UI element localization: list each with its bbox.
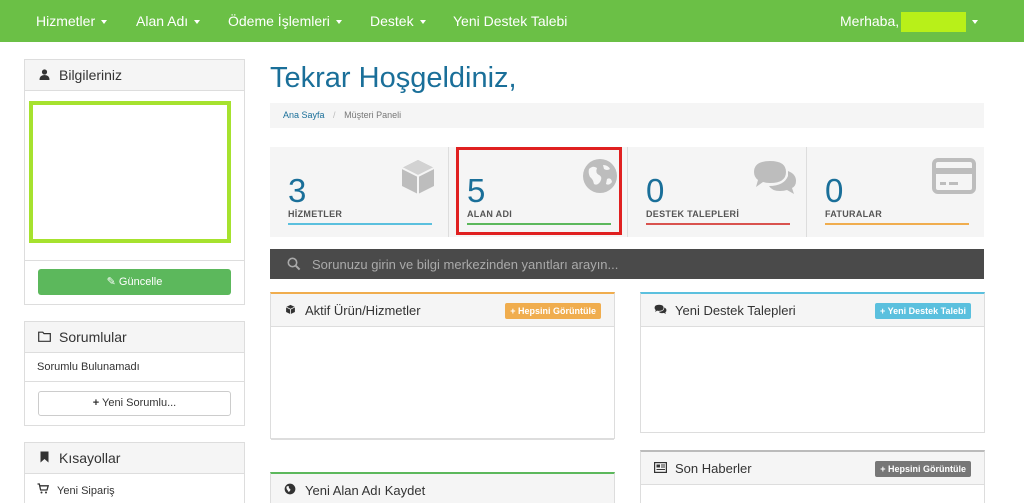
cube-icon bbox=[401, 160, 435, 194]
nav-domains[interactable]: Alan Adı bbox=[136, 0, 201, 42]
breadcrumb: Ana Sayfa / Müşteri Paneli bbox=[270, 103, 984, 128]
stat-invoices-count: 0 bbox=[825, 172, 844, 209]
recent-tickets-header: Yeni Destek Talepleri + Yeni Destek Tale… bbox=[641, 294, 984, 327]
cube-icon bbox=[283, 296, 297, 329]
contacts-panel-header: Sorumlular bbox=[25, 322, 244, 353]
news-box: Son Haberler + Hepsini Görüntüle bbox=[640, 450, 985, 503]
stat-invoices[interactable]: 0 FATURALAR bbox=[807, 147, 985, 237]
stat-invoices-underline bbox=[825, 223, 969, 225]
folder-icon bbox=[37, 323, 51, 354]
stat-services-count: 3 bbox=[288, 172, 307, 209]
news-header: Son Haberler + Hepsini Görüntüle bbox=[641, 452, 984, 485]
active-services-header: Aktif Ürün/Hizmetler + Hepsini Görüntüle bbox=[271, 294, 614, 327]
shortcuts-panel-header: Kısayollar bbox=[25, 443, 244, 474]
contacts-empty-text: Sorumlu Bulunamadı bbox=[37, 361, 140, 373]
caret-down-icon bbox=[335, 20, 342, 25]
register-domain-box: Yeni Alan Adı Kaydet bbox=[270, 472, 615, 503]
stat-services-label: HİZMETLER bbox=[288, 209, 343, 219]
nav-new-ticket[interactable]: Yeni Destek Talebi bbox=[453, 0, 567, 42]
caret-down-icon bbox=[194, 20, 201, 25]
info-panel: Bilgileriniz ✎ Güncelle bbox=[24, 59, 245, 305]
page-title: Tekrar Hoşgeldiniz, bbox=[270, 62, 517, 94]
stats-bar: 3 HİZMETLER 5 ALAN ADI 0 DESTEK TALEPLER… bbox=[270, 147, 984, 237]
view-all-services-button[interactable]: + Hepsini Görüntüle bbox=[505, 303, 601, 319]
register-domain-title: Yeni Alan Adı Kaydet bbox=[305, 483, 426, 498]
new-ticket-button[interactable]: + Yeni Destek Talebi bbox=[875, 303, 971, 319]
user-icon bbox=[37, 61, 51, 92]
breadcrumb-separator: / bbox=[333, 110, 336, 120]
knowledgebase-search-bar bbox=[270, 249, 984, 279]
view-all-news-label: Hepsini Görüntüle bbox=[887, 464, 966, 474]
view-all-news-button[interactable]: + Hepsini Görüntüle bbox=[875, 461, 971, 477]
comments-icon bbox=[754, 161, 796, 194]
stat-tickets[interactable]: 0 DESTEK TALEPLERİ bbox=[628, 147, 806, 237]
highlight-box bbox=[456, 147, 622, 235]
shortcut-new-order-label: Yeni Sipariş bbox=[57, 485, 115, 497]
nav-domains-label: Alan Adı bbox=[136, 13, 189, 29]
stat-tickets-label: DESTEK TALEPLERİ bbox=[646, 209, 740, 219]
nav-new-ticket-label: Yeni Destek Talebi bbox=[453, 13, 568, 29]
nav-user-menu[interactable]: Merhaba, bbox=[840, 0, 979, 42]
knowledgebase-search-input[interactable] bbox=[312, 249, 972, 279]
news-title: Son Haberler bbox=[675, 461, 752, 476]
active-services-title: Aktif Ürün/Hizmetler bbox=[305, 303, 421, 318]
globe-icon bbox=[283, 476, 297, 503]
recent-tickets-box: Yeni Destek Talepleri + Yeni Destek Tale… bbox=[640, 292, 985, 433]
shopping-cart-icon bbox=[37, 483, 51, 497]
shortcut-new-order[interactable]: Yeni Sipariş bbox=[37, 483, 115, 497]
breadcrumb-home-link[interactable]: Ana Sayfa bbox=[283, 110, 325, 120]
info-panel-header: Bilgileriniz bbox=[25, 60, 244, 91]
comments-icon bbox=[653, 296, 667, 329]
stat-tickets-count: 0 bbox=[646, 172, 665, 209]
plus-icon: + bbox=[92, 397, 100, 409]
nav-services[interactable]: Hizmetler bbox=[36, 0, 108, 42]
nav-billing-label: Ödeme İşlemleri bbox=[228, 13, 330, 29]
breadcrumb-current: Müşteri Paneli bbox=[344, 110, 402, 120]
info-panel-title: Bilgileriniz bbox=[59, 67, 123, 83]
info-content-redacted bbox=[29, 101, 231, 243]
search-icon bbox=[287, 257, 301, 271]
divider bbox=[25, 381, 244, 382]
nav-services-label: Hizmetler bbox=[36, 13, 96, 29]
update-button[interactable]: ✎ Güncelle bbox=[38, 269, 231, 295]
nav-support-label: Destek bbox=[370, 13, 414, 29]
new-ticket-button-label: Yeni Destek Talebi bbox=[887, 306, 966, 316]
caret-down-icon bbox=[972, 20, 979, 25]
username-redacted bbox=[901, 12, 967, 33]
view-all-services-label: Hepsini Görüntüle bbox=[517, 306, 596, 316]
shortcuts-panel-title: Kısayollar bbox=[59, 450, 121, 466]
bookmark-icon bbox=[37, 444, 51, 475]
stat-invoices-label: FATURALAR bbox=[825, 209, 883, 219]
stat-services[interactable]: 3 HİZMETLER bbox=[270, 147, 448, 237]
stat-tickets-underline bbox=[646, 223, 790, 225]
plus-icon: + bbox=[880, 464, 886, 474]
plus-icon: + bbox=[880, 306, 886, 316]
plus-icon: + bbox=[510, 306, 516, 316]
newspaper-icon bbox=[653, 454, 667, 487]
nav-billing[interactable]: Ödeme İşlemleri bbox=[228, 0, 342, 42]
caret-down-icon bbox=[419, 20, 426, 25]
new-contact-button-label: Yeni Sorumlu... bbox=[102, 397, 177, 409]
divider bbox=[25, 260, 244, 261]
top-navbar: Hizmetler Alan Adı Ödeme İşlemleri Deste… bbox=[0, 0, 1024, 42]
new-contact-button[interactable]: + Yeni Sorumlu... bbox=[38, 391, 231, 416]
update-button-label: Güncelle bbox=[118, 276, 163, 288]
register-domain-header: Yeni Alan Adı Kaydet bbox=[271, 474, 614, 503]
caret-down-icon bbox=[101, 20, 108, 25]
recent-tickets-title: Yeni Destek Talepleri bbox=[675, 303, 796, 318]
greeting-text: Merhaba, bbox=[840, 13, 900, 29]
divider bbox=[271, 439, 614, 440]
nav-support[interactable]: Destek bbox=[370, 0, 426, 42]
stat-services-underline bbox=[288, 223, 432, 225]
active-services-box: Aktif Ürün/Hizmetler + Hepsini Görüntüle bbox=[270, 292, 615, 440]
contacts-panel: Sorumlular Sorumlu Bulunamadı + Yeni Sor… bbox=[24, 321, 245, 426]
shortcuts-panel: Kısayollar Yeni Sipariş bbox=[24, 442, 245, 503]
pencil-icon: ✎ bbox=[106, 276, 116, 288]
credit-card-icon bbox=[932, 158, 976, 194]
contacts-panel-title: Sorumlular bbox=[59, 329, 127, 345]
